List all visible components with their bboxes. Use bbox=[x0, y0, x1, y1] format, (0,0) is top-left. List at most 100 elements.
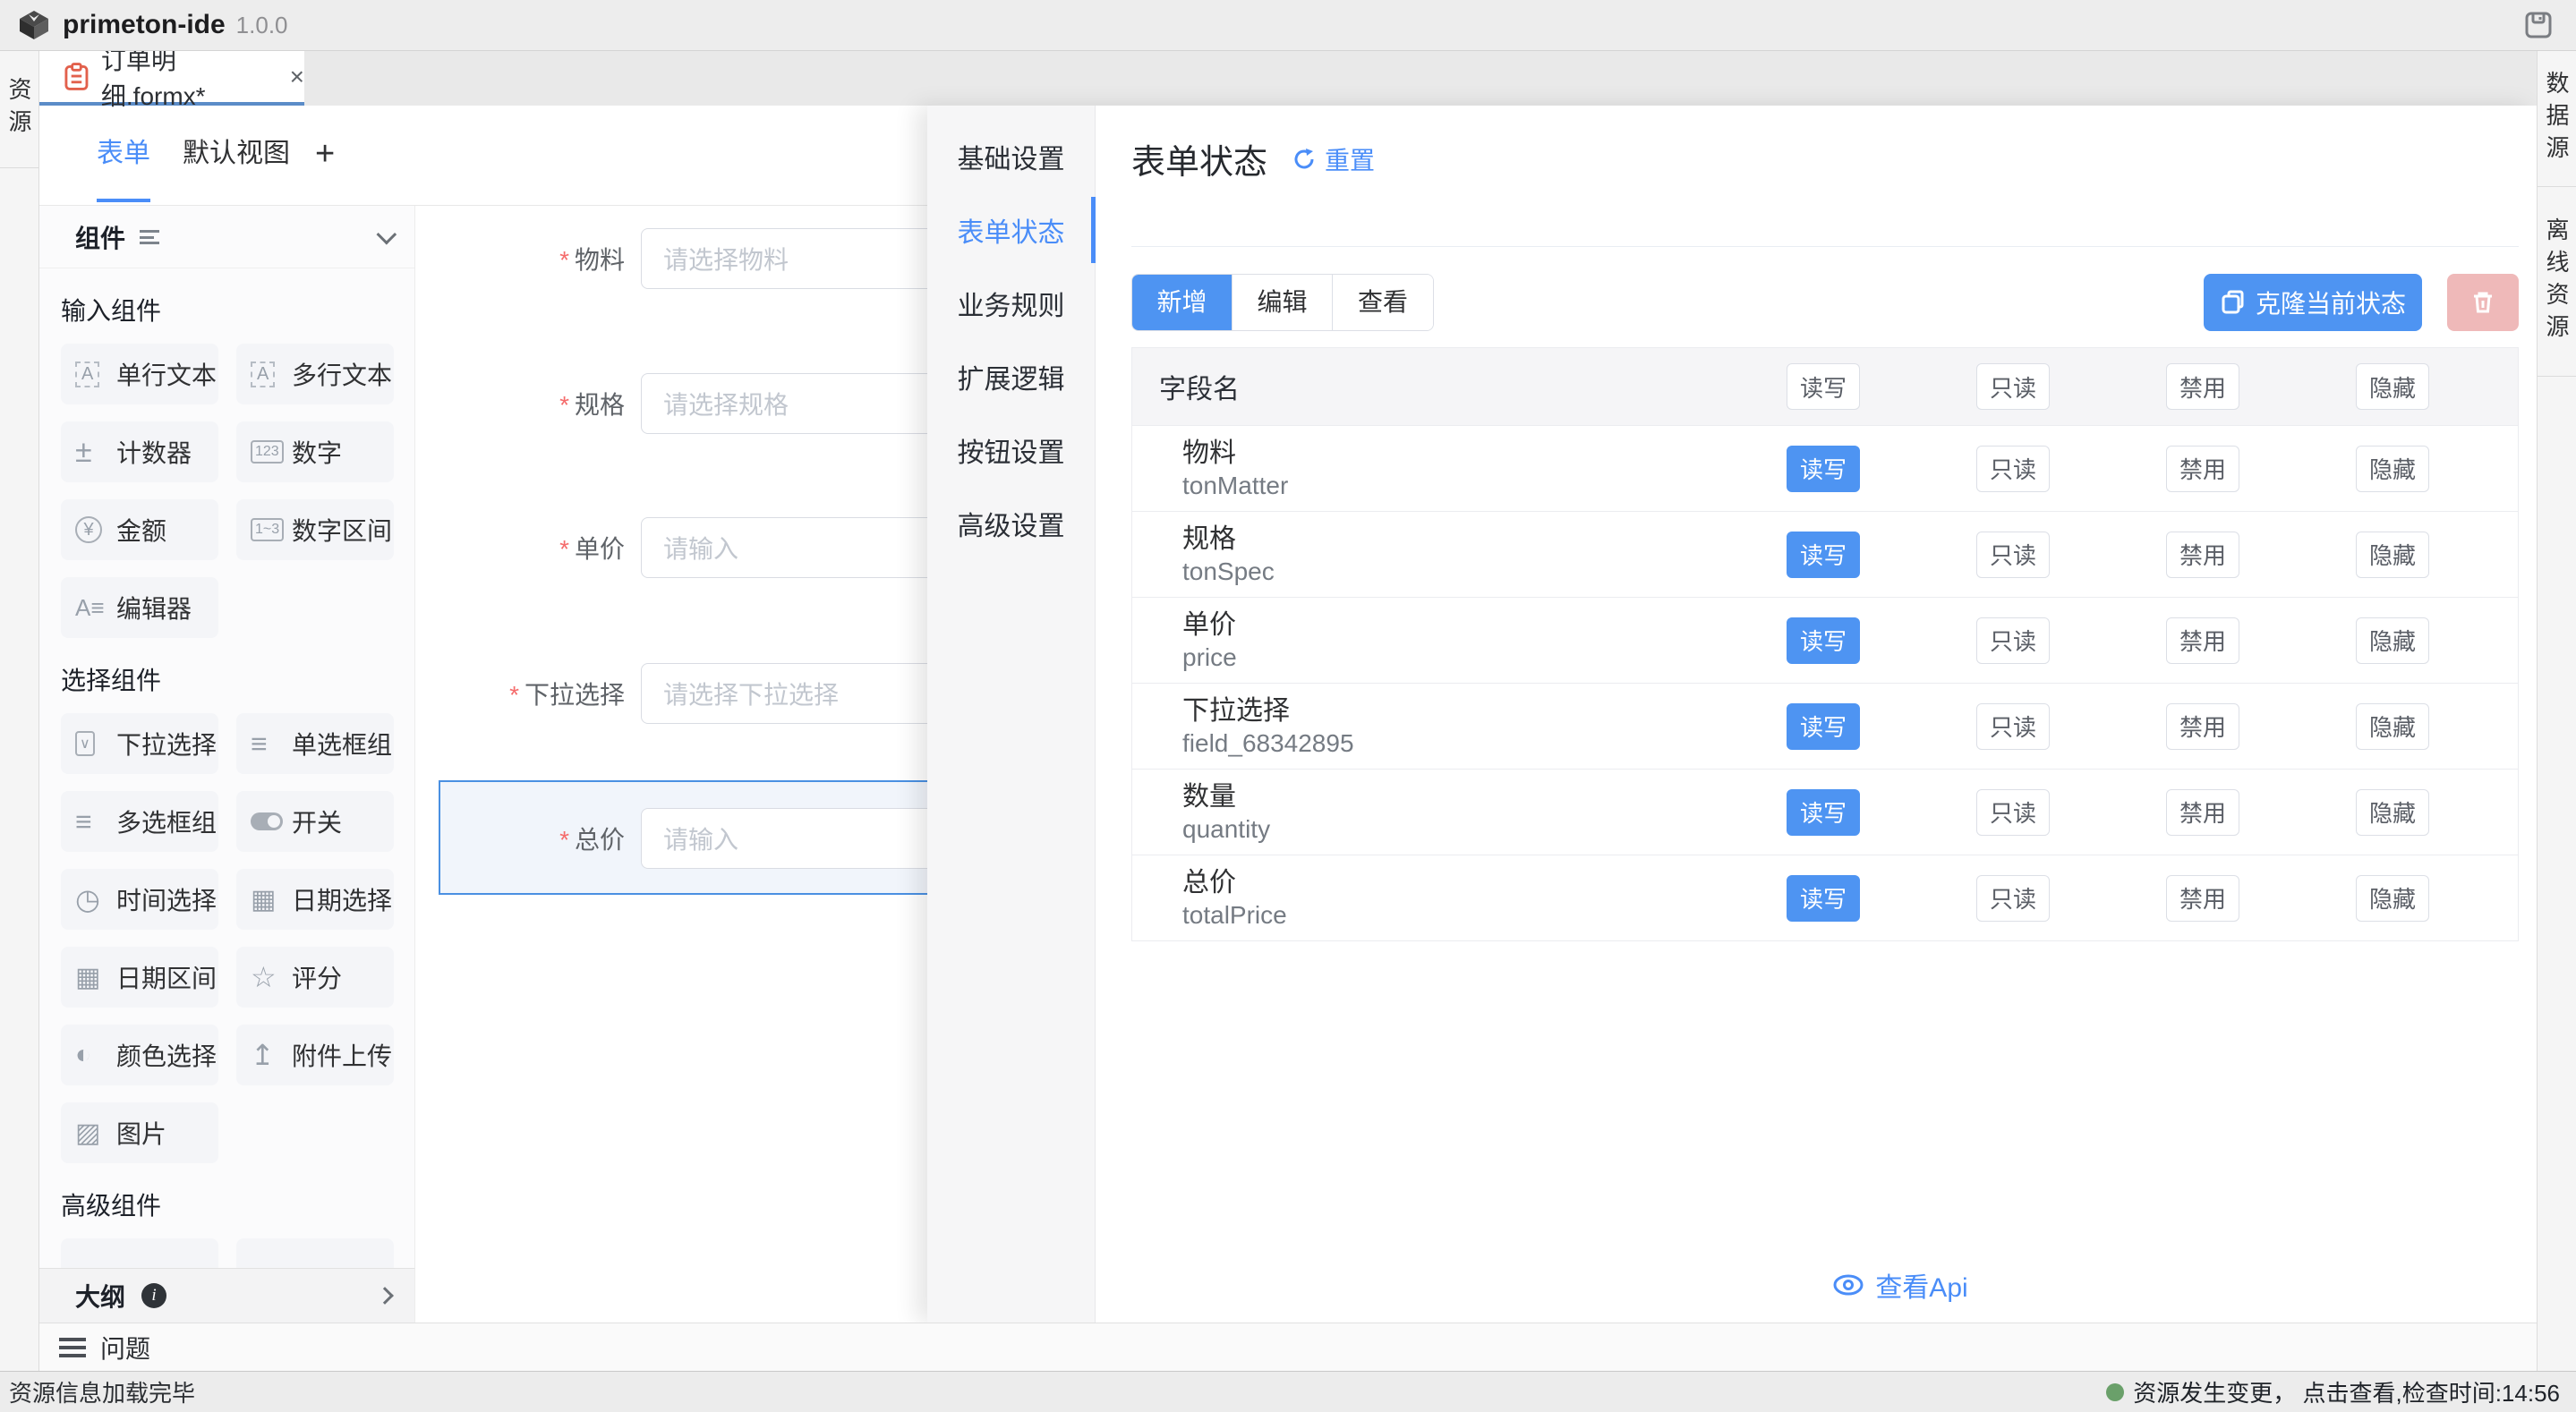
editor-tab-close-icon[interactable]: × bbox=[290, 64, 304, 89]
components-panel: 组件 输入组件 A 单行文本 A 多行文本 ± 计数器 123 数字 ¥ bbox=[39, 206, 415, 1268]
mode-hidden-button[interactable]: 隐藏 bbox=[2356, 446, 2429, 492]
menu-item-business-rules[interactable]: 业务规则 bbox=[927, 267, 1095, 340]
menu-item-form-state[interactable]: 表单状态 bbox=[927, 193, 1095, 267]
component-item[interactable]: 开关 bbox=[236, 791, 394, 852]
chevron-down-icon[interactable] bbox=[377, 224, 397, 244]
component-item[interactable]: ¥ 金额 bbox=[61, 499, 218, 560]
add-view-tab-button[interactable]: + bbox=[315, 106, 335, 202]
component-item[interactable]: ◷ 时间选择 bbox=[61, 869, 218, 930]
component-item[interactable] bbox=[61, 1238, 218, 1268]
mode-hidden-button[interactable]: 隐藏 bbox=[2356, 875, 2429, 922]
component-item[interactable]: ↥ 附件上传 bbox=[236, 1025, 394, 1085]
chevron-right-icon[interactable] bbox=[376, 1287, 394, 1305]
mode-readonly-button[interactable]: 只读 bbox=[1976, 532, 2050, 578]
textarea-icon: A bbox=[251, 362, 286, 387]
set-all-readonly-button[interactable]: 只读 bbox=[1976, 363, 2050, 410]
set-all-disabled-button[interactable]: 禁用 bbox=[2166, 363, 2239, 410]
component-item[interactable]: A≡ 编辑器 bbox=[61, 577, 218, 638]
set-all-hidden-button[interactable]: 隐藏 bbox=[2356, 363, 2429, 410]
mode-readwrite-button[interactable]: 读写 bbox=[1787, 875, 1860, 922]
date-picker-icon: ▦ bbox=[251, 884, 286, 915]
set-all-readwrite-button[interactable]: 读写 bbox=[1787, 363, 1860, 410]
save-icon[interactable] bbox=[2521, 7, 2556, 43]
mode-readonly-button[interactable]: 只读 bbox=[1976, 875, 2050, 922]
table-row: 总价 totalPrice 读写 只读 禁用 隐藏 bbox=[1132, 855, 2518, 940]
tab-default-view[interactable]: 默认视图 bbox=[183, 106, 290, 202]
mode-readwrite-button[interactable]: 读写 bbox=[1787, 446, 1860, 492]
currency-icon: ¥ bbox=[75, 516, 111, 543]
mode-disabled-button[interactable]: 禁用 bbox=[2166, 532, 2239, 578]
rail-tab-data-source[interactable]: 数据源 bbox=[2538, 51, 2576, 187]
editor-tab-bar: 订单明细.formx* × bbox=[39, 51, 2537, 106]
component-item[interactable]: ☆ 评分 bbox=[236, 947, 394, 1008]
mode-hidden-button[interactable]: 隐藏 bbox=[2356, 532, 2429, 578]
image-icon: ▨ bbox=[75, 1118, 111, 1149]
mode-disabled-button[interactable]: 禁用 bbox=[2166, 875, 2239, 922]
component-item[interactable]: ▦ 日期区间 bbox=[61, 947, 218, 1008]
tab-form[interactable]: 表单 bbox=[97, 106, 150, 202]
mode-disabled-button[interactable]: 禁用 bbox=[2166, 789, 2239, 836]
mode-hidden-button[interactable]: 隐藏 bbox=[2356, 617, 2429, 664]
state-tab-edit[interactable]: 编辑 bbox=[1233, 275, 1333, 330]
mode-readwrite-button[interactable]: 读写 bbox=[1787, 532, 1860, 578]
component-item[interactable]: 123 数字 bbox=[236, 421, 394, 482]
component-item[interactable]: A 多行文本 bbox=[236, 344, 394, 404]
required-asterisk: * bbox=[559, 535, 569, 563]
number-icon: 123 bbox=[251, 440, 286, 464]
mode-disabled-button[interactable]: 禁用 bbox=[2166, 703, 2239, 750]
mode-disabled-button[interactable]: 禁用 bbox=[2166, 446, 2239, 492]
reset-button[interactable]: 重置 bbox=[1291, 141, 1375, 177]
form-file-icon bbox=[64, 63, 89, 91]
menu-item-extension-logic[interactable]: 扩展逻辑 bbox=[927, 340, 1095, 413]
view-api-link[interactable]: 查看Api bbox=[1832, 1265, 1967, 1305]
trash-icon bbox=[2469, 288, 2497, 317]
mode-readonly-button[interactable]: 只读 bbox=[1976, 617, 2050, 664]
component-item[interactable]: ∨ 下拉选择 bbox=[61, 713, 218, 774]
menu-item-button-settings[interactable]: 按钮设置 bbox=[927, 413, 1095, 487]
mode-readwrite-button[interactable]: 读写 bbox=[1787, 789, 1860, 836]
rail-tab-resources-label: 资源 bbox=[3, 63, 36, 156]
menu-item-basic-settings[interactable]: 基础设置 bbox=[927, 120, 1095, 193]
outline-bar[interactable]: 大纲 bbox=[39, 1268, 415, 1323]
component-item[interactable] bbox=[236, 1238, 394, 1268]
problems-bar[interactable]: 问题 bbox=[0, 1323, 2537, 1371]
rail-tab-resources[interactable]: 资源 bbox=[0, 51, 38, 168]
menu-item-advanced-settings[interactable]: 高级设置 bbox=[927, 487, 1095, 560]
field-code: tonSpec bbox=[1182, 557, 1275, 587]
rail-tab-offline-resources-label: 离线资源 bbox=[2540, 203, 2573, 361]
components-panel-header[interactable]: 组件 bbox=[39, 206, 414, 268]
component-item[interactable]: 1~3 数字区间 bbox=[236, 499, 394, 560]
component-item[interactable]: ≡ 多选框组 bbox=[61, 791, 218, 852]
clone-current-state-button[interactable]: 克隆当前状态 bbox=[2204, 274, 2422, 331]
title-bar: primeton-ide 1.0.0 bbox=[0, 0, 2576, 51]
mode-readonly-button[interactable]: 只读 bbox=[1976, 446, 2050, 492]
delete-state-button[interactable] bbox=[2447, 274, 2519, 331]
mode-readonly-button[interactable]: 只读 bbox=[1976, 703, 2050, 750]
component-item[interactable]: ◐ 颜色选择 bbox=[61, 1025, 218, 1085]
state-tab-add[interactable]: 新增 bbox=[1132, 275, 1233, 330]
app-version: 1.0.0 bbox=[236, 12, 288, 39]
eye-icon bbox=[1832, 1273, 1864, 1297]
status-bar: 资源信息加载完毕 资源发生变更， 点击查看,检查时间:14:56 bbox=[0, 1371, 2576, 1412]
rating-icon: ☆ bbox=[251, 960, 286, 994]
mode-readonly-button[interactable]: 只读 bbox=[1976, 789, 2050, 836]
mode-hidden-button[interactable]: 隐藏 bbox=[2356, 789, 2429, 836]
component-item[interactable]: ± 计数器 bbox=[61, 421, 218, 482]
editor-tab-active[interactable]: 订单明细.formx* × bbox=[39, 51, 304, 106]
state-tab-view[interactable]: 查看 bbox=[1333, 275, 1433, 330]
right-rail: 数据源 离线资源 bbox=[2537, 51, 2576, 1371]
app-title: primeton-ide bbox=[63, 10, 226, 40]
mode-hidden-button[interactable]: 隐藏 bbox=[2356, 703, 2429, 750]
field-name: 总价 bbox=[1182, 866, 1287, 900]
mode-readwrite-button[interactable]: 读写 bbox=[1787, 617, 1860, 664]
mode-disabled-button[interactable]: 禁用 bbox=[2166, 617, 2239, 664]
component-item[interactable]: ≡ 单选框组 bbox=[236, 713, 394, 774]
rail-tab-offline-resources[interactable]: 离线资源 bbox=[2538, 187, 2576, 377]
mode-readwrite-button[interactable]: 读写 bbox=[1787, 703, 1860, 750]
color-picker-icon: ◐ bbox=[75, 1040, 111, 1070]
input-components-grid: A 单行文本 A 多行文本 ± 计数器 123 数字 ¥ 金额 1~3 数字区间 bbox=[61, 344, 394, 638]
component-item[interactable]: ▦ 日期选择 bbox=[236, 869, 394, 930]
component-item[interactable]: ▨ 图片 bbox=[61, 1102, 218, 1163]
resource-change-status[interactable]: 资源发生变更， 点击查看,检查时间:14:56 bbox=[2106, 1375, 2560, 1408]
component-item[interactable]: A 单行文本 bbox=[61, 344, 218, 404]
